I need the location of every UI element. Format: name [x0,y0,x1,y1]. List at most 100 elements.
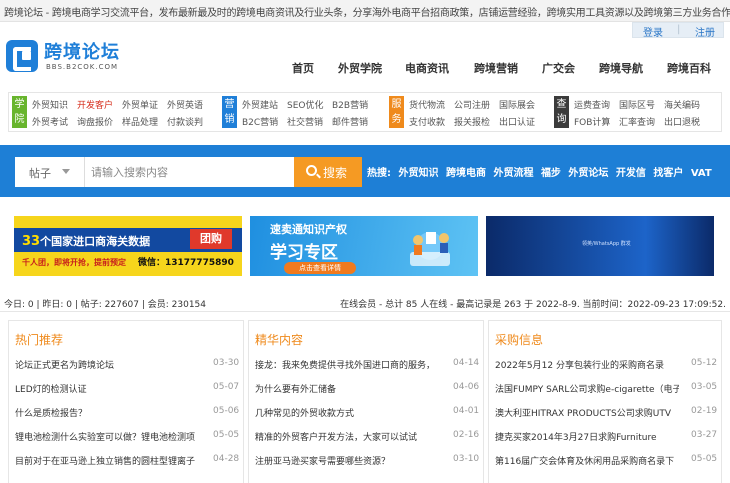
list-item-date: 04-06 [453,382,480,392]
banner-customs-data[interactable]: 33个国家进口商海关数据 团购 千人团，即将开抢，提前预定 微信：1317777… [14,216,242,276]
list-item[interactable]: 法国FUMPY SARL公司求购e-cigarette（电子 03-05 [495,382,719,396]
list-item-title[interactable]: 论坛正式更名为跨境论坛 [15,358,199,371]
category-link[interactable]: 样品处理 [122,115,158,128]
category-link[interactable]: 邮件营销 [332,115,368,128]
list-item[interactable]: 接龙：我来免费提供寻找外国进口商的服务， 04-14 [255,358,481,372]
list-item[interactable]: 捷克买家2014年3月27日求购Furniture 03-27 [495,430,719,444]
list-item[interactable]: 什么是质检报告？ 05-06 [15,406,241,420]
list-item-title[interactable]: 接龙：我来免费提供寻找外国进口商的服务， [255,358,439,371]
list-item[interactable]: 为什么要有外汇储备 04-06 [255,382,481,396]
list-item-title[interactable]: LED灯的检测认证 [15,382,199,395]
list-item-title[interactable]: 目前对于在亚马逊上独立销售的圆柱型锂离子 [15,454,199,467]
category-label-marketing: 营销 [222,96,237,128]
hot-word[interactable]: 福步 [541,168,561,179]
list-item-date: 03-05 [691,382,718,392]
category-link[interactable]: 外贸英语 [167,98,203,111]
category-link[interactable]: 运费查询 [574,98,610,111]
list-item-title[interactable]: 第116届广交会体育及休闲用品采购商名录下 [495,454,679,467]
category-link[interactable]: B2C营销 [242,115,278,128]
category-link[interactable]: 报关报检 [454,115,490,128]
category-link[interactable]: 出口退税 [664,115,700,128]
hot-word[interactable]: 开发信 [616,168,646,179]
nav-cross-border-marketing[interactable]: 跨境营销 [474,60,518,76]
hot-word[interactable]: 外贸知识 [398,168,438,179]
login-link[interactable]: 登录 [643,24,663,39]
list-item[interactable]: 澳大利亚HITRAX PRODUCTS公司求购UTV 02-19 [495,406,719,420]
hot-word[interactable]: 外贸论坛 [568,168,608,179]
list-item[interactable]: 第116届广交会体育及休闲用品采购商名录下 05-05 [495,454,719,468]
nav-canton-fair[interactable]: 广交会 [542,60,575,76]
list-item-title[interactable]: 捷克买家2014年3月27日求购Furniture [495,430,679,443]
list-item[interactable]: 2022年5月12 分享包装行业的采购商名录 05-12 [495,358,719,372]
column-title: 采购信息 [495,333,544,347]
list-item[interactable]: 注册亚马逊买家号需要哪些资源？ 03-10 [255,454,481,468]
list-item[interactable]: LED灯的检测认证 05-07 [15,382,241,396]
search-button[interactable]: 搜索 [294,157,362,187]
list-item-title[interactable]: 什么是质检报告？ [15,406,199,419]
list-item-date: 05-07 [213,382,240,392]
category-link[interactable]: 汇率查询 [619,115,655,128]
category-link[interactable]: SEO优化 [287,98,323,111]
nav-encyclopedia[interactable]: 跨境百科 [667,60,711,76]
category-link[interactable]: 外贸考试 [32,115,68,128]
list-item-title[interactable]: 注册亚马逊买家号需要哪些资源？ [255,454,439,467]
category-link[interactable]: 外贸知识 [32,98,68,111]
hot-word[interactable]: VAT [691,168,712,179]
hot-word[interactable]: 找客户 [653,168,683,179]
list-item-title[interactable]: 法国FUMPY SARL公司求购e-cigarette（电子 [495,382,679,395]
banner-subtitle: 千人团，即将开抢，提前预定 [22,258,126,267]
list-item-date: 03-27 [691,430,718,440]
category-link-hot[interactable]: 开发客户 [77,98,113,111]
list-item-title[interactable]: 几种常见的外贸收款方式 [255,406,439,419]
nav-home[interactable]: 首页 [292,60,314,76]
category-link[interactable]: 询盘报价 [77,115,113,128]
list-item[interactable]: 精准的外贸客户开发方法，大家可以试试 02-16 [255,430,481,444]
list-item-date: 04-28 [213,454,240,464]
category-link[interactable]: FOB计算 [574,115,610,128]
nav-cross-border-directory[interactable]: 跨境导航 [599,60,643,76]
category-link[interactable]: 支付收款 [409,115,445,128]
category-link[interactable]: 付款谈判 [167,115,203,128]
banner-title: 33个国家进口商海关数据 [22,233,150,249]
nav-ecommerce-news[interactable]: 电商资讯 [405,60,449,76]
list-item-title[interactable]: 2022年5月12 分享包装行业的采购商名录 [495,358,679,371]
banner-ip-study[interactable]: 速卖通知识产权 学习专区 点击查看详情 [250,216,478,276]
list-item-date: 04-14 [453,358,480,368]
category-link[interactable]: 外贸单证 [122,98,158,111]
online-stats: 在线会员 - 总计 85 人在线 - 最高记录是 263 于 2022-8-9.… [340,300,726,310]
category-link[interactable]: 外贸建站 [242,98,278,111]
category-link[interactable]: 国际展会 [499,98,535,111]
register-link[interactable]: 注册 [695,24,715,39]
list-item-title[interactable]: 精准的外贸客户开发方法，大家可以试试 [255,430,439,443]
search-type-select[interactable]: 帖子 [15,157,85,187]
category-link[interactable]: 社交营销 [287,115,323,128]
search-input[interactable] [85,157,294,187]
category-link[interactable]: 公司注册 [454,98,490,111]
banner-title: 速卖通知识产权 [270,223,347,236]
banner-linkedin-whatsapp[interactable]: 领英/WhatsApp 群发 [486,216,714,276]
category-link[interactable]: 国际区号 [619,98,655,111]
category-link[interactable]: 海关编码 [664,98,700,111]
hot-word[interactable]: 外贸流程 [493,168,533,179]
list-item-date: 04-01 [453,406,480,416]
search-icon [306,165,317,176]
list-item-title[interactable]: 锂电池检测什么实验室可以做？锂电池检测项 [15,430,199,443]
post-member-stats: 今日: 0 | 昨日: 0 | 帖子: 227607 | 会员: 230154 [4,300,206,310]
column-featured: 精华内容 接龙：我来免费提供寻找外国进口商的服务， 04-14 为什么要有外汇储… [248,320,484,483]
nav-trade-academy[interactable]: 外贸学院 [338,60,382,76]
list-item[interactable]: 目前对于在亚马逊上独立销售的圆柱型锂离子 04-28 [15,454,241,468]
category-link[interactable]: B2B营销 [332,98,368,111]
people-illustration-icon [410,232,450,266]
hot-word[interactable]: 跨境电商 [446,168,486,179]
category-link[interactable]: 货代物流 [409,98,445,111]
hot-search-words: 热搜: 外贸知识 跨境电商 外贸流程 福步 外贸论坛 开发信 找客户 VAT [367,164,716,179]
list-item[interactable]: 几种常见的外贸收款方式 04-01 [255,406,481,420]
list-item[interactable]: 锂电池检测什么实验室可以做？锂电池检测项 05-05 [15,430,241,444]
list-item-title[interactable]: 为什么要有外汇储备 [255,382,439,395]
category-link[interactable]: 出口认证 [499,115,535,128]
list-item[interactable]: 论坛正式更名为跨境论坛 03-30 [15,358,241,372]
column-hot-recommend: 热门推荐 论坛正式更名为跨境论坛 03-30 LED灯的检测认证 05-07 什… [8,320,244,483]
column-title: 精华内容 [255,333,304,347]
list-item-title[interactable]: 澳大利亚HITRAX PRODUCTS公司求购UTV [495,406,679,419]
top-notice-bar: 跨境论坛 - 跨境电商学习交流平台，发布最新最及时的跨境电商资讯及行业头条，分享… [0,0,730,22]
